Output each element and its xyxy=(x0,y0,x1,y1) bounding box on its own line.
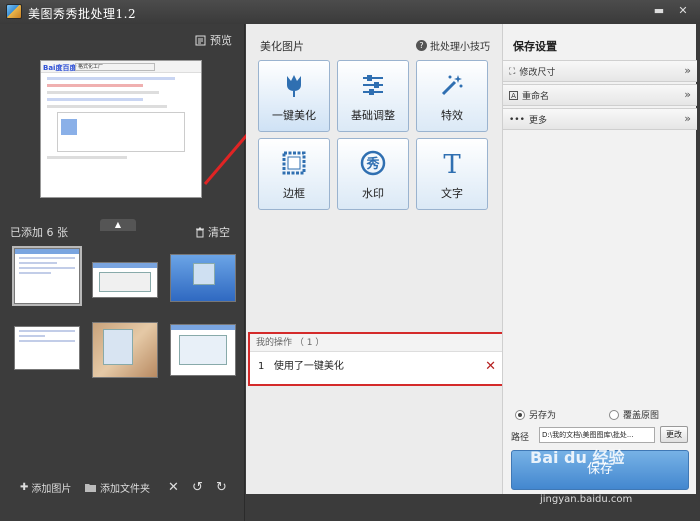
resize-label: 修改尺寸 xyxy=(519,68,556,78)
thumbnail[interactable] xyxy=(14,326,80,370)
effects-button[interactable]: 特效 xyxy=(416,60,488,132)
preview-icon xyxy=(195,35,206,45)
operation-item: 1 使用了一键美化 ✕ xyxy=(250,352,502,384)
left-toolbar: ✚ 添加图片 添加文件夹 ✕ ↺ ↻ xyxy=(0,474,245,498)
text-icon: T xyxy=(443,150,461,176)
site-watermark: Bai du 经验 xyxy=(530,448,625,467)
tile-label: 基础调整 xyxy=(351,109,395,122)
app-logo-icon xyxy=(6,4,22,19)
save-as-option[interactable]: 另存为 xyxy=(515,408,556,421)
save-settings-title: 保存设置 xyxy=(513,40,557,53)
operations-panel: 我的操作 （ 1 ） 1 使用了一键美化 ✕ xyxy=(248,332,504,386)
border-button[interactable]: 边框 xyxy=(258,138,330,210)
chevron-right-icon: » xyxy=(684,64,691,77)
more-row[interactable]: ••• 更多 » xyxy=(503,108,697,130)
change-path-button[interactable]: 更改 xyxy=(660,426,688,443)
frame-icon xyxy=(282,151,306,175)
thumbnail[interactable] xyxy=(92,262,158,298)
operation-text: 使用了一键美化 xyxy=(273,361,344,372)
title-bar: 美图秀秀批处理1.2 ▬ ✕ xyxy=(0,0,700,24)
add-image-label: 添加图片 xyxy=(31,484,72,495)
preview-label: 预览 xyxy=(210,34,232,47)
added-count: 已添加 6 张 xyxy=(10,226,68,239)
overwrite-label: 覆盖原图 xyxy=(623,411,660,421)
rename-icon: A xyxy=(509,91,518,100)
help-icon: ? xyxy=(416,40,427,51)
crop-icon: ⛶ xyxy=(509,66,516,77)
watermark-icon: 秀 xyxy=(360,150,386,176)
rename-label: 重命名 xyxy=(522,92,550,102)
rename-row[interactable]: A 重命名 » xyxy=(503,84,697,106)
chevron-right-icon: » xyxy=(684,112,691,125)
app-title: 美图秀秀批处理1.2 xyxy=(28,7,137,21)
radio-checked-icon xyxy=(515,409,525,420)
add-image-button[interactable]: ✚ 添加图片 xyxy=(20,480,71,495)
site-watermark-url: jingyan.baidu.com xyxy=(540,494,633,505)
beautify-panel: 美化图片 ? 批处理小技巧 一键美化 基础调整 特效 边框 秀 水印 T 文字 … xyxy=(246,24,504,494)
tile-label: 文字 xyxy=(441,187,463,200)
preview-button[interactable]: 预览 xyxy=(195,32,232,48)
thumbnail[interactable] xyxy=(92,322,158,378)
rotate-right-icon[interactable]: ↻ xyxy=(216,480,227,495)
add-folder-label: 添加文件夹 xyxy=(100,484,150,495)
rotate-left-icon[interactable]: ↺ xyxy=(192,480,203,495)
radio-unchecked-icon xyxy=(609,409,619,420)
tile-label: 特效 xyxy=(441,109,463,122)
add-folder-button[interactable]: 添加文件夹 xyxy=(84,480,150,495)
clear-label: 清空 xyxy=(208,226,230,239)
basic-adjust-button[interactable]: 基础调整 xyxy=(337,60,409,132)
path-input[interactable]: D:\我的文档\美图图库\批处... xyxy=(539,427,655,443)
trash-icon xyxy=(196,227,204,237)
more-label: 更多 xyxy=(528,116,547,126)
more-icon: ••• xyxy=(509,114,525,125)
chevron-right-icon: » xyxy=(684,88,691,101)
thumbnail[interactable] xyxy=(170,324,236,376)
resize-row[interactable]: ⛶ 修改尺寸 » xyxy=(503,60,697,82)
preview-logo: Bai度百度 xyxy=(43,64,77,72)
thumbnail[interactable] xyxy=(170,254,236,302)
tips-label: 批处理小技巧 xyxy=(430,42,490,53)
sliders-icon xyxy=(363,75,383,95)
clear-button[interactable]: 清空 xyxy=(195,224,230,240)
folder-icon xyxy=(85,483,96,492)
tulip-icon xyxy=(287,75,301,97)
overwrite-option[interactable]: 覆盖原图 xyxy=(609,408,659,421)
thumbnail[interactable] xyxy=(12,246,82,306)
remove-icon[interactable]: ✕ xyxy=(168,480,179,495)
magic-wand-icon xyxy=(441,75,463,96)
tile-label: 水印 xyxy=(362,187,384,200)
save-settings-panel: 保存设置 ⛶ 修改尺寸 » A 重命名 » ••• 更多 » 另存为 覆盖原图 路径 … xyxy=(502,24,697,494)
remove-operation-icon[interactable]: ✕ xyxy=(485,352,496,382)
preview-search: 格式化工厂 xyxy=(75,63,155,71)
operation-index: 1 xyxy=(258,361,265,372)
one-click-beautify-button[interactable]: 一键美化 xyxy=(258,60,330,132)
svg-text:秀: 秀 xyxy=(365,156,380,172)
save-as-label: 另存为 xyxy=(529,411,557,421)
collapse-toggle[interactable]: ▲ xyxy=(100,219,136,231)
watermark-button[interactable]: 秀 水印 xyxy=(337,138,409,210)
minimize-button[interactable]: ▬ xyxy=(650,3,668,19)
preview-browser-bar: Bai度百度 格式化工厂 xyxy=(41,61,201,73)
path-label: 路径 xyxy=(511,433,530,443)
close-window-button[interactable]: ✕ xyxy=(674,3,692,19)
text-button[interactable]: T 文字 xyxy=(416,138,488,210)
svg-text:T: T xyxy=(443,150,461,176)
tile-label: 边框 xyxy=(283,187,305,200)
preview-download-box xyxy=(57,112,185,152)
tips-link[interactable]: ? 批处理小技巧 xyxy=(416,38,490,53)
operations-header: 我的操作 （ 1 ） xyxy=(250,334,502,352)
plus-icon: ✚ xyxy=(20,482,29,493)
tile-label: 一键美化 xyxy=(272,109,316,122)
image-list-panel: 预览 Bai度百度 格式化工厂 ▲ 已添加 6 张 清空 ✚ 添加图片 添加文件… xyxy=(0,24,245,521)
beautify-title: 美化图片 xyxy=(260,40,304,53)
preview-image: Bai度百度 格式化工厂 xyxy=(40,60,202,198)
